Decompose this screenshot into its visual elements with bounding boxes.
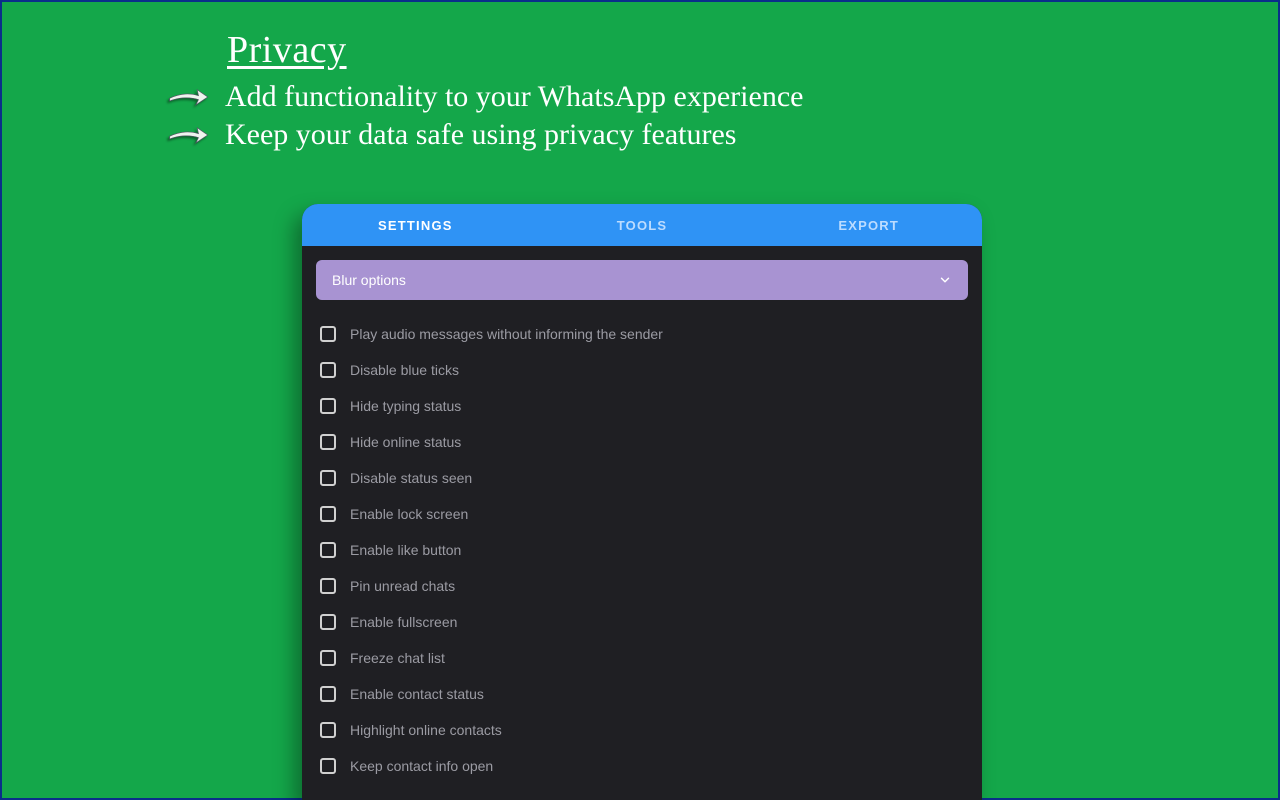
tab-export[interactable]: EXPORT bbox=[755, 204, 982, 246]
option-label: Enable lock screen bbox=[350, 506, 468, 522]
panel-body: Blur options Play audio messages without… bbox=[302, 246, 982, 800]
option-row[interactable]: Hide online status bbox=[318, 424, 966, 460]
checkbox[interactable] bbox=[320, 578, 336, 594]
checkbox[interactable] bbox=[320, 650, 336, 666]
option-row[interactable]: Enable contact status bbox=[318, 676, 966, 712]
option-label: Enable like button bbox=[350, 542, 461, 558]
tab-settings[interactable]: SETTINGS bbox=[302, 204, 529, 246]
blur-options-dropdown[interactable]: Blur options bbox=[316, 260, 968, 300]
chevron-down-icon bbox=[938, 273, 952, 287]
option-label: Enable fullscreen bbox=[350, 614, 457, 630]
checkbox[interactable] bbox=[320, 470, 336, 486]
checkbox[interactable] bbox=[320, 434, 336, 450]
checkbox[interactable] bbox=[320, 398, 336, 414]
option-row[interactable]: Enable fullscreen bbox=[318, 604, 966, 640]
tab-bar: SETTINGS TOOLS EXPORT bbox=[302, 204, 982, 246]
option-row[interactable]: Hide typing status bbox=[318, 388, 966, 424]
option-label: Hide typing status bbox=[350, 398, 461, 414]
option-row[interactable]: Play audio messages without informing th… bbox=[318, 316, 966, 352]
hero-section: Privacy Add functionality to your WhatsA… bbox=[167, 28, 803, 156]
option-label: Freeze chat list bbox=[350, 650, 445, 666]
option-row[interactable]: Enable lock screen bbox=[318, 496, 966, 532]
tab-tools[interactable]: TOOLS bbox=[529, 204, 756, 246]
option-label: Keep contact info open bbox=[350, 758, 493, 774]
checkbox[interactable] bbox=[320, 686, 336, 702]
option-row[interactable]: Freeze chat list bbox=[318, 640, 966, 676]
checkbox[interactable] bbox=[320, 506, 336, 522]
option-row[interactable]: Enable like button bbox=[318, 532, 966, 568]
hero-subtitle-1: Add functionality to your WhatsApp exper… bbox=[225, 80, 803, 114]
options-list: Play audio messages without informing th… bbox=[316, 316, 968, 800]
option-label: Hide online status bbox=[350, 434, 461, 450]
option-row[interactable]: Disable status seen bbox=[318, 460, 966, 496]
option-label: Play audio messages without informing th… bbox=[350, 326, 663, 342]
option-row[interactable]: Keep contact info open bbox=[318, 748, 966, 784]
hero-line-1: Add functionality to your WhatsApp exper… bbox=[167, 80, 803, 114]
option-row[interactable]: Disable blue ticks bbox=[318, 352, 966, 388]
hero-title: Privacy bbox=[227, 28, 803, 72]
option-label: Pin unread chats bbox=[350, 578, 455, 594]
checkbox[interactable] bbox=[320, 362, 336, 378]
option-label: Disable status seen bbox=[350, 470, 472, 486]
checkbox[interactable] bbox=[320, 758, 336, 774]
option-label: Highlight online contacts bbox=[350, 722, 502, 738]
checkbox[interactable] bbox=[320, 722, 336, 738]
checkbox[interactable] bbox=[320, 614, 336, 630]
settings-panel: SETTINGS TOOLS EXPORT Blur options Play … bbox=[302, 204, 982, 800]
arrow-right-icon bbox=[167, 85, 209, 109]
checkbox[interactable] bbox=[320, 326, 336, 342]
option-row[interactable]: Pin unread chats bbox=[318, 568, 966, 604]
hero-line-2: Keep your data safe using privacy featur… bbox=[167, 118, 803, 152]
checkbox[interactable] bbox=[320, 542, 336, 558]
dropdown-label: Blur options bbox=[332, 272, 406, 288]
option-label: Enable contact status bbox=[350, 686, 484, 702]
option-row[interactable]: Highlight online contacts bbox=[318, 712, 966, 748]
hero-subtitle-2: Keep your data safe using privacy featur… bbox=[225, 118, 736, 152]
arrow-right-icon bbox=[167, 123, 209, 147]
option-label: Disable blue ticks bbox=[350, 362, 459, 378]
